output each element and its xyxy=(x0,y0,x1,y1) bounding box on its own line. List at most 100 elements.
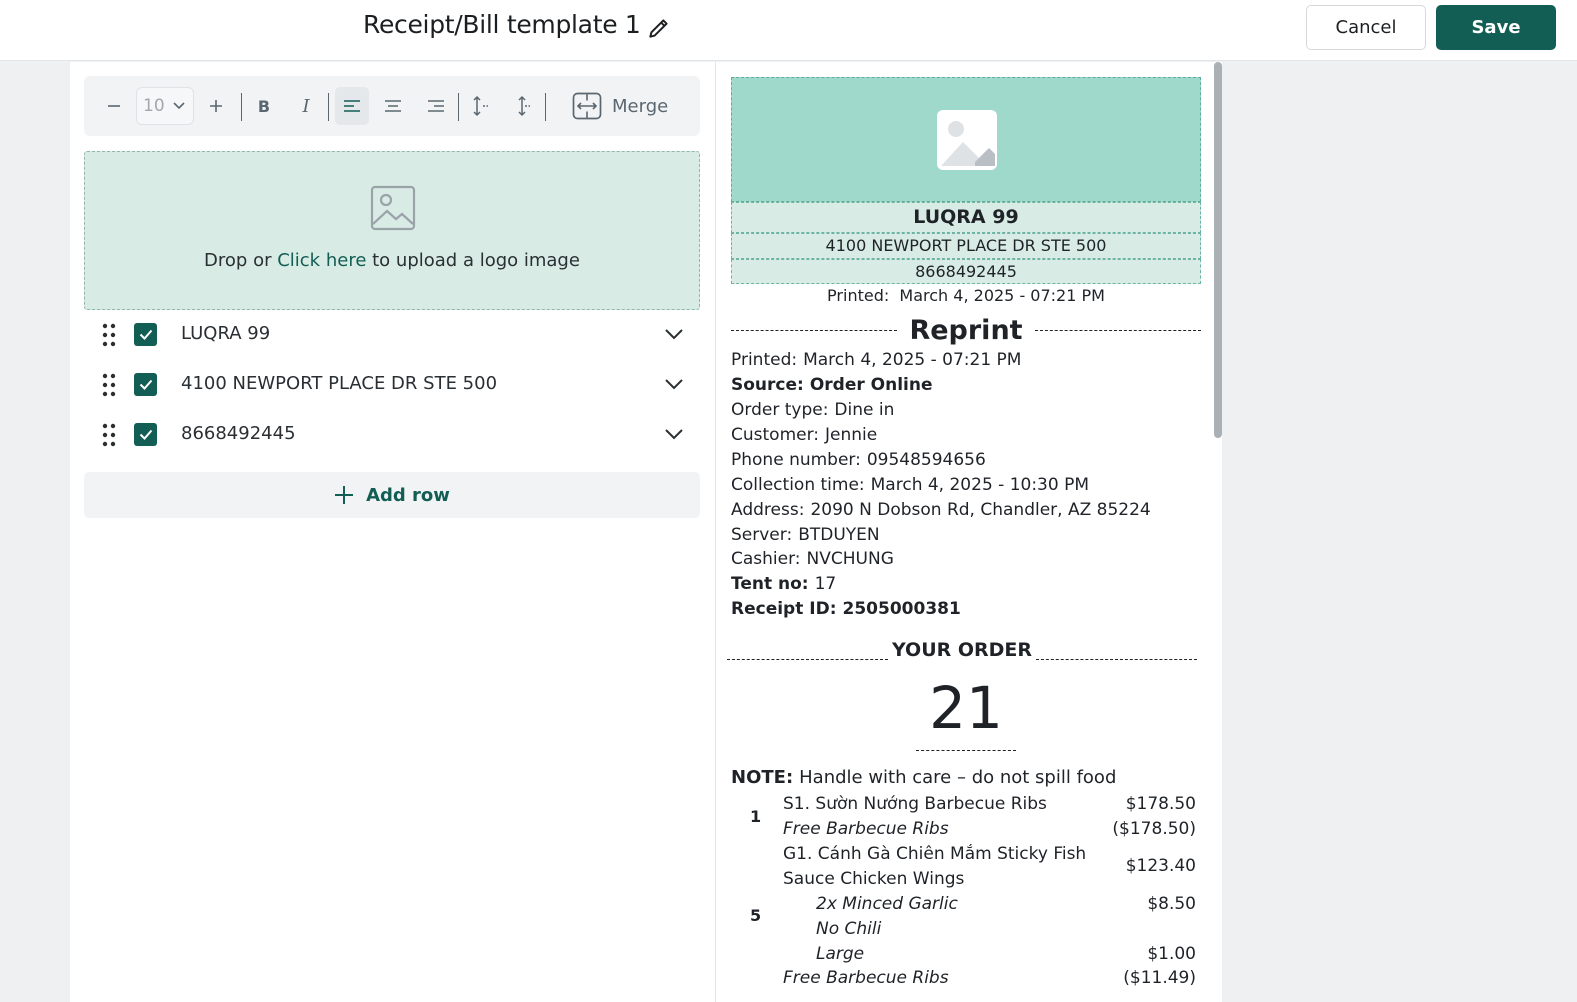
field-customer: Customer: Jennie xyxy=(731,425,878,445)
chevron-down-icon[interactable] xyxy=(664,427,684,441)
field-receipt-id: Receipt ID: 2505000381 xyxy=(731,599,961,619)
image-placeholder-icon xyxy=(937,110,997,170)
bold-button[interactable]: B xyxy=(252,90,276,122)
field-server: Server: BTDUYEN xyxy=(731,525,880,545)
item-discount-label: Free Barbecue Ribs xyxy=(783,819,949,839)
format-toolbar: 10 B I Merge xyxy=(84,76,700,136)
receipt-address: 4100 NEWPORT PLACE DR STE 500 xyxy=(731,233,1201,259)
align-right-button[interactable] xyxy=(423,90,449,122)
cancel-button[interactable]: Cancel xyxy=(1306,5,1426,50)
item-price: $123.40 xyxy=(1125,856,1196,876)
pencil-edit-icon[interactable] xyxy=(646,15,672,41)
item-name: S1. Sườn Nướng Barbecue Ribs xyxy=(783,794,1047,814)
merge-label: Merge xyxy=(612,95,669,117)
line-height-icon xyxy=(473,95,488,117)
logo-area[interactable] xyxy=(731,77,1201,202)
merge-button[interactable]: Merge xyxy=(572,90,672,122)
header-row: LUQRA 99 xyxy=(84,313,700,357)
decrease-font-size-button[interactable] xyxy=(102,90,126,122)
checkmark-icon xyxy=(139,329,152,340)
image-placeholder-icon xyxy=(370,185,416,231)
add-row-button[interactable]: Add row xyxy=(84,472,700,518)
drag-handle-icon[interactable] xyxy=(102,373,116,397)
reprint-title: Reprint xyxy=(909,314,1023,346)
increase-font-size-button[interactable] xyxy=(204,90,228,122)
item-discount-label: Free Barbecue Ribs xyxy=(783,968,949,988)
font-size-value: 10 xyxy=(143,96,165,116)
plus-icon xyxy=(335,486,354,504)
item-discount: ($178.50) xyxy=(1112,819,1196,839)
field-order-type: Order type: Dine in xyxy=(731,400,895,420)
printed-top: Printed: March 4, 2025 - 07:21 PM xyxy=(731,286,1201,305)
plus-icon xyxy=(210,100,222,112)
row-label: LUQRA 99 xyxy=(181,323,271,344)
drag-handle-icon[interactable] xyxy=(102,323,116,347)
chevron-down-icon[interactable] xyxy=(664,327,684,341)
item-modifier: 2x Minced Garlic xyxy=(816,894,958,914)
align-center-icon xyxy=(385,100,401,112)
toolbar-divider xyxy=(328,93,329,121)
save-button[interactable]: Save xyxy=(1436,5,1556,50)
click-here-link[interactable]: Click here xyxy=(277,250,366,271)
preview-scrollbar[interactable] xyxy=(1214,62,1222,438)
field-printed: Printed: March 4, 2025 - 07:21 PM xyxy=(731,350,1022,370)
field-cashier: Cashier: NVCHUNG xyxy=(731,549,894,569)
toolbar-divider xyxy=(241,93,242,121)
item-name-line2: Sauce Chicken Wings xyxy=(783,869,965,889)
toolbar-divider xyxy=(458,93,459,121)
font-size-select[interactable]: 10 xyxy=(136,87,194,125)
align-right-icon xyxy=(428,100,444,112)
receipt-phone: 8668492445 xyxy=(731,259,1201,284)
dropzone-text-before: Drop or xyxy=(204,250,278,271)
template-title: Receipt/Bill template 1 xyxy=(363,10,641,39)
template-editor-panel: 10 B I Merge Drop or Click here to uploa… xyxy=(70,62,716,1002)
logo-upload-dropzone[interactable]: Drop or Click here to upload a logo imag… xyxy=(84,151,700,310)
row-label: 8668492445 xyxy=(181,423,296,444)
item-modifier-price: $1.00 xyxy=(1147,944,1196,964)
receipt-store-name: LUQRA 99 xyxy=(731,202,1201,233)
item-price: $178.50 xyxy=(1125,794,1196,814)
your-order-title: YOUR ORDER xyxy=(891,639,1033,661)
header-row: 4100 NEWPORT PLACE DR STE 500 xyxy=(84,363,700,407)
item-modifier-price: $8.50 xyxy=(1147,894,1196,914)
dropzone-text-after: to upload a logo image xyxy=(366,250,580,271)
item-discount: ($11.49) xyxy=(1123,968,1196,988)
toolbar-divider xyxy=(545,93,546,121)
vertical-spacing-icon xyxy=(518,95,530,117)
printed-top-key: Printed: xyxy=(827,286,890,305)
chevron-down-icon xyxy=(173,102,185,110)
printed-top-value: March 4, 2025 - 07:21 PM xyxy=(899,286,1105,305)
row-checkbox[interactable] xyxy=(134,373,157,396)
field-phone-number: Phone number: 09548594656 xyxy=(731,450,986,470)
line-height-button[interactable] xyxy=(468,90,492,122)
chevron-down-icon[interactable] xyxy=(664,377,684,391)
top-header: Receipt/Bill template 1 Cancel Save xyxy=(0,0,1577,61)
align-left-button[interactable] xyxy=(335,87,369,125)
field-collection-time: Collection time: March 4, 2025 - 10:30 PM xyxy=(731,475,1090,495)
row-checkbox[interactable] xyxy=(134,423,157,446)
order-number: 21 xyxy=(929,674,1003,742)
merge-cells-icon xyxy=(572,92,602,120)
align-center-button[interactable] xyxy=(380,90,406,122)
receipt-preview: LUQRA 99 4100 NEWPORT PLACE DR STE 500 8… xyxy=(716,62,1222,1002)
minus-icon xyxy=(108,105,120,107)
item-qty: 1 xyxy=(750,807,762,826)
your-order-divider: YOUR ORDER xyxy=(727,637,1198,663)
add-row-label: Add row xyxy=(366,484,450,506)
italic-button[interactable]: I xyxy=(294,90,318,122)
row-checkbox[interactable] xyxy=(134,323,157,346)
spacing-button[interactable] xyxy=(510,90,534,122)
header-row: 8668492445 xyxy=(84,413,700,457)
item-modifier: No Chili xyxy=(816,919,882,939)
field-address: Address: 2090 N Dobson Rd, Chandler, AZ 8… xyxy=(731,500,1151,520)
checkmark-icon xyxy=(139,429,152,440)
order-note: NOTE: Handle with care – do not spill foo… xyxy=(731,767,1117,788)
reprint-divider: Reprint xyxy=(731,312,1202,348)
align-left-icon xyxy=(344,100,360,112)
item-modifier: Large xyxy=(816,944,865,964)
field-source: Source: Order Online xyxy=(731,375,933,395)
field-tent-no: Tent no: 17 xyxy=(731,574,837,594)
drag-handle-icon[interactable] xyxy=(102,423,116,447)
row-label: 4100 NEWPORT PLACE DR STE 500 xyxy=(181,373,498,394)
item-name-line1: G1. Cánh Gà Chiên Mắm Sticky Fish xyxy=(783,844,1087,864)
